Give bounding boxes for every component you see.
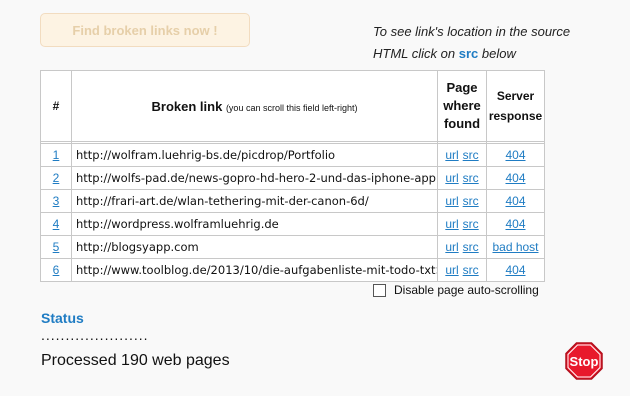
server-header-line1: Server: [496, 89, 535, 103]
row-number-link[interactable]: 4: [53, 217, 60, 231]
page-url-link[interactable]: url: [445, 217, 458, 231]
page-src-link[interactable]: src: [463, 263, 479, 277]
find-broken-links-button[interactable]: Find broken links now !: [40, 13, 250, 47]
broken-url-field[interactable]: http://wordpress.wolframluehrig.de: [76, 217, 437, 231]
broken-url-field[interactable]: http://frari-art.de/wlan-tethering-mit-d…: [76, 194, 437, 208]
auto-scroll-label: Disable page auto-scrolling: [394, 283, 539, 297]
row-number-link[interactable]: 6: [53, 263, 60, 277]
page-url-link[interactable]: url: [445, 240, 458, 254]
col-number-header: #: [40, 70, 72, 142]
server-response-link[interactable]: 404: [505, 263, 525, 277]
table-row: 3 http://frari-art.de/wlan-tethering-mit…: [40, 189, 545, 213]
server-response-link[interactable]: 404: [505, 171, 525, 185]
page-src-link[interactable]: src: [463, 217, 479, 231]
table-row: 2 http://wolfs-pad.de/news-gopro-hd-hero…: [40, 166, 545, 190]
broken-links-table: # Broken link (you can scroll this field…: [40, 70, 545, 282]
table-row: 1 http://wolfram.luehrig-bs.de/picdrop/P…: [40, 143, 545, 167]
table-row: 6 http://www.toolblog.de/2013/10/die-auf…: [40, 258, 545, 282]
page-header-line3: found: [443, 116, 481, 131]
page-header-line2: where: [443, 98, 481, 113]
table-row: 5 http://blogsyapp.com url src bad host: [40, 235, 545, 259]
col-server-header: Server response: [486, 70, 545, 142]
page-url-link[interactable]: url: [445, 171, 458, 185]
page-url-link[interactable]: url: [445, 148, 458, 162]
hint-post: below: [481, 46, 516, 61]
auto-scroll-checkbox[interactable]: [373, 283, 386, 297]
row-number-link[interactable]: 5: [53, 240, 60, 254]
source-hint: To see link's location in the source HTM…: [373, 21, 570, 65]
col-broken-link-header: Broken link (you can scroll this field l…: [71, 70, 438, 142]
server-response-link[interactable]: bad host: [492, 240, 538, 254]
broken-url-field[interactable]: http://blogsyapp.com: [76, 240, 437, 254]
broken-url-field[interactable]: http://wolfs-pad.de/news-gopro-hd-hero-2…: [76, 171, 437, 185]
server-header-line2: response: [488, 109, 543, 123]
hint-line-2: HTML click on src below: [373, 43, 570, 65]
stop-label: Stop: [569, 353, 599, 369]
col-page-header: Page where found: [437, 70, 487, 142]
broken-url-field[interactable]: http://wolfram.luehrig-bs.de/picdrop/Por…: [76, 148, 437, 162]
progress-dots: ......................: [41, 327, 149, 343]
processed-count: Processed 190 web pages: [41, 352, 230, 369]
page-src-link[interactable]: src: [463, 171, 479, 185]
auto-scroll-option[interactable]: Disable page auto-scrolling: [373, 283, 539, 297]
page-url-link[interactable]: url: [445, 263, 458, 277]
row-number-link[interactable]: 2: [53, 171, 60, 185]
broken-link-note: (you can scroll this field left-right): [225, 102, 358, 113]
page-url-link[interactable]: url: [445, 194, 458, 208]
server-response-link[interactable]: 404: [505, 194, 525, 208]
page-src-link[interactable]: src: [463, 194, 479, 208]
page-src-link[interactable]: src: [463, 240, 479, 254]
hint-src: src: [458, 46, 479, 61]
status-title: Status: [41, 310, 84, 326]
page-src-link[interactable]: src: [463, 148, 479, 162]
stop-button[interactable]: Stop: [565, 342, 603, 380]
hint-pre: HTML click on: [373, 46, 456, 61]
page-header-line1: Page: [446, 80, 478, 95]
broken-url-field[interactable]: http://www.toolblog.de/2013/10/die-aufga…: [76, 263, 437, 277]
broken-link-title: Broken link: [151, 98, 223, 114]
hint-line-1: To see link's location in the source: [373, 24, 571, 39]
server-response-link[interactable]: 404: [505, 217, 525, 231]
row-number-link[interactable]: 3: [53, 194, 60, 208]
table-row: 4 http://wordpress.wolframluehrig.de url…: [40, 212, 545, 236]
row-number-link[interactable]: 1: [53, 148, 60, 162]
server-response-link[interactable]: 404: [505, 148, 525, 162]
